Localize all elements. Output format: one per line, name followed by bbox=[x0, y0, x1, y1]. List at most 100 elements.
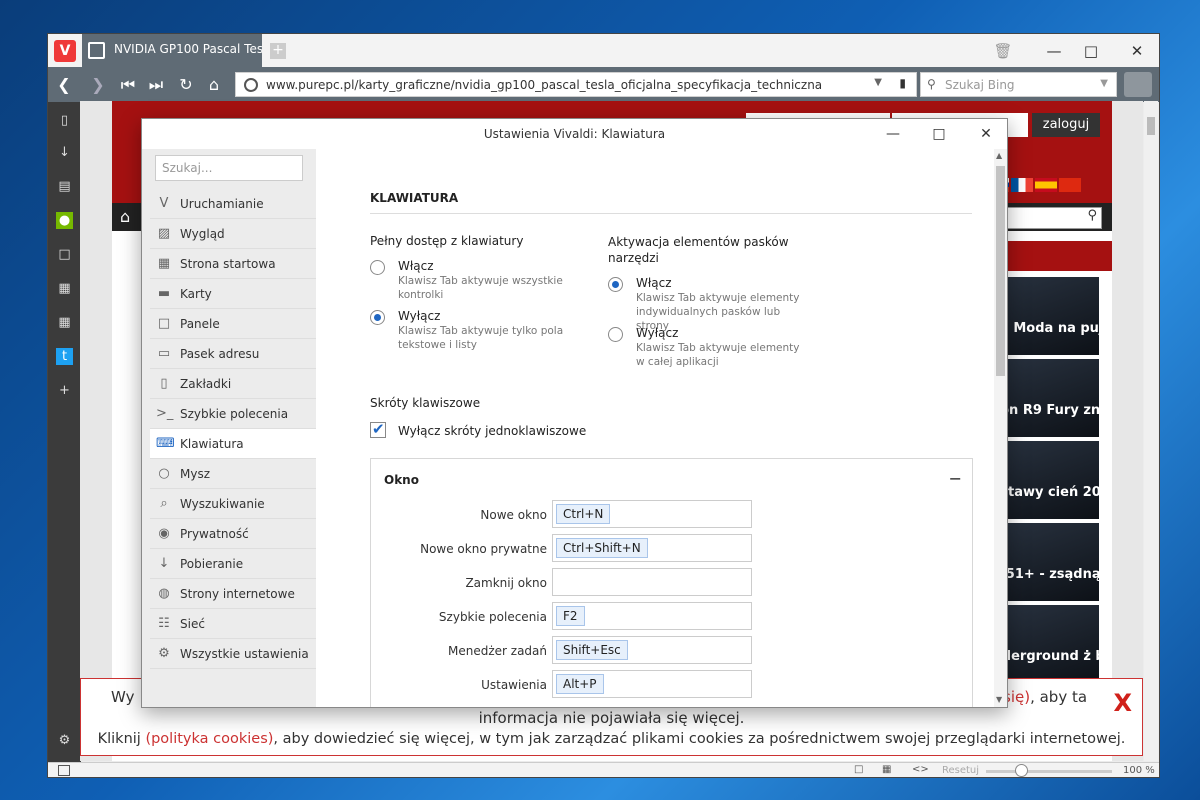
menu-item-pobieranie[interactable]: ↓ Pobieranie bbox=[150, 549, 316, 579]
reset-zoom-button[interactable]: Resetuj bbox=[942, 765, 979, 776]
new-tab-button[interactable]: + bbox=[270, 43, 286, 59]
menu-item-siec[interactable]: ☷ Sieć bbox=[150, 609, 316, 639]
home-icon[interactable]: ⌂ bbox=[204, 75, 224, 95]
minimize-button[interactable]: — bbox=[1044, 41, 1064, 61]
flag-es[interactable] bbox=[1035, 178, 1057, 192]
menu-label: Pasek adresu bbox=[180, 347, 260, 361]
shortcut-input[interactable]: F2 bbox=[552, 602, 752, 630]
shortcut-key[interactable]: Ctrl+N bbox=[556, 504, 611, 524]
menu-item-szybkie-polecenia[interactable]: >_ Szybkie polecenia bbox=[150, 399, 316, 429]
shortcut-row: Nowe okno Ctrl+N bbox=[371, 500, 974, 530]
scroll-down-icon[interactable]: ▼ bbox=[996, 695, 1002, 704]
home-nav-icon[interactable]: ⌂ bbox=[120, 207, 130, 226]
menu-item-klawiatura[interactable]: ⌨ Klawiatura bbox=[150, 429, 316, 459]
fast-forward-icon[interactable]: ⏭ bbox=[146, 75, 166, 95]
menu-label: Strony internetowe bbox=[180, 587, 295, 601]
menu-item-prywatnosc[interactable]: ◉ Prywatność bbox=[150, 519, 316, 549]
shortcut-input[interactable]: Ctrl+Shift+N bbox=[552, 534, 752, 562]
image-icon[interactable]: ▦ bbox=[882, 764, 891, 775]
zoom-slider[interactable] bbox=[986, 770, 1112, 773]
menu-item-uruchamianie[interactable]: V Uruchamianie bbox=[150, 189, 316, 219]
menu-item-mysz[interactable]: ○ Mysz bbox=[150, 459, 316, 489]
shortcut-row: Nowe okno prywatne Ctrl+Shift+N bbox=[371, 534, 974, 564]
webpanel-2-icon[interactable]: ▦ bbox=[56, 314, 73, 331]
panel-toggle-icon[interactable] bbox=[58, 765, 70, 776]
radio-button[interactable] bbox=[608, 327, 623, 342]
menu-label: Wygląd bbox=[180, 227, 225, 241]
cookie-policy-link[interactable]: (polityka cookies) bbox=[145, 731, 273, 747]
login-button[interactable]: zaloguj bbox=[1032, 113, 1100, 137]
shortcut-key[interactable]: F2 bbox=[556, 606, 585, 626]
back-icon[interactable]: ❮ bbox=[54, 75, 74, 95]
menu-item-strony-internetowe[interactable]: ◍ Strony internetowe bbox=[150, 579, 316, 609]
radio-description: Klawisz Tab aktywuje wszystkie kontrolki bbox=[398, 275, 563, 301]
settings-scrollbar[interactable]: ▲ ▼ bbox=[994, 149, 1007, 707]
twitter-icon[interactable]: t bbox=[56, 348, 73, 365]
settings-gear-icon[interactable]: ⚙ bbox=[56, 732, 73, 749]
shortcut-input[interactable]: Shift+Esc bbox=[552, 636, 752, 664]
notes-panel-icon[interactable]: ▤ bbox=[56, 178, 73, 195]
menu-item-wyglad[interactable]: ▨ Wygląd bbox=[150, 219, 316, 249]
bookmark-icon[interactable]: ▮ bbox=[899, 76, 906, 90]
close-button[interactable]: ✕ bbox=[1127, 41, 1147, 61]
dialog-maximize-button[interactable]: □ bbox=[928, 124, 950, 144]
shortcut-input[interactable]: Ctrl+N bbox=[552, 500, 752, 528]
reload-icon[interactable]: ↻ bbox=[176, 75, 196, 95]
keyboard-icon: ⌨ bbox=[156, 436, 175, 451]
menu-item-karty[interactable]: ▬ Karty bbox=[150, 279, 316, 309]
address-bar[interactable]: www.purepc.pl/karty_graficzne/nvidia_gp1… bbox=[235, 72, 917, 97]
radio-button[interactable] bbox=[370, 260, 385, 275]
cookie-line1-start: Wy bbox=[111, 688, 135, 706]
flag-fr[interactable] bbox=[1011, 178, 1033, 192]
search-engine-dropdown-icon[interactable]: ▼ bbox=[1100, 78, 1108, 89]
rewind-icon[interactable]: ⏮ bbox=[118, 75, 138, 95]
search-icon: ⚲ bbox=[927, 77, 936, 91]
tab-title: NVIDIA GP100 Pascal Tesla bbox=[114, 42, 262, 56]
webpanel-icon[interactable]: ▦ bbox=[56, 280, 73, 297]
profile-avatar[interactable] bbox=[1124, 72, 1152, 97]
gear-icon: ⚙ bbox=[158, 646, 170, 661]
tiling-icon[interactable]: □ bbox=[854, 764, 863, 775]
radio-button-selected[interactable] bbox=[608, 277, 623, 292]
shortcut-input[interactable] bbox=[552, 568, 752, 596]
nvidia-panel-icon[interactable]: ● bbox=[56, 212, 73, 229]
cookie-close-button[interactable]: X bbox=[1113, 691, 1132, 715]
shortcut-key[interactable]: Ctrl+Shift+N bbox=[556, 538, 648, 558]
menu-item-wszystkie-ustawienia[interactable]: ⚙ Wszystkie ustawienia bbox=[150, 639, 316, 669]
bookmarks-panel-icon[interactable]: ▯ bbox=[56, 112, 73, 129]
side-panel: ▯ ↓ ▤ ● □ ▦ ▦ t + ⚙ bbox=[48, 102, 81, 762]
downloads-panel-icon[interactable]: ↓ bbox=[56, 144, 73, 161]
page-scrollbar[interactable] bbox=[1144, 101, 1158, 761]
dialog-minimize-button[interactable]: — bbox=[882, 124, 904, 144]
vivaldi-logo-icon[interactable]: V bbox=[54, 40, 76, 62]
menu-item-wyszukiwanie[interactable]: ⌕ Wyszukiwanie bbox=[150, 489, 316, 519]
menu-item-pasek-adresu[interactable]: ▭ Pasek adresu bbox=[150, 339, 316, 369]
shortcut-key[interactable]: Alt+P bbox=[556, 674, 604, 694]
trash-icon[interactable]: 🗑 bbox=[993, 41, 1013, 61]
dropdown-icon[interactable]: ▼ bbox=[874, 77, 882, 88]
maximize-button[interactable]: □ bbox=[1081, 41, 1101, 61]
menu-item-panele[interactable]: □ Panele bbox=[150, 309, 316, 339]
page-scrollbar-thumb[interactable] bbox=[1147, 117, 1155, 135]
zoom-slider-handle[interactable] bbox=[1015, 764, 1028, 777]
settings-search-input[interactable]: Szukaj... bbox=[155, 155, 303, 181]
radio-button-selected[interactable] bbox=[370, 310, 385, 325]
shortcut-key[interactable]: Shift+Esc bbox=[556, 640, 628, 660]
page-panel-icon[interactable]: □ bbox=[56, 246, 73, 263]
radio-label: Włącz bbox=[636, 276, 672, 290]
dialog-close-button[interactable]: ✕ bbox=[975, 124, 997, 144]
add-panel-icon[interactable]: + bbox=[56, 382, 73, 399]
collapse-toggle[interactable]: − bbox=[949, 469, 962, 488]
site-search-icon[interactable]: ⚲ bbox=[1087, 208, 1097, 223]
settings-scrollbar-thumb[interactable] bbox=[996, 166, 1005, 376]
forward-icon[interactable]: ❯ bbox=[88, 75, 108, 95]
menu-item-zakladki[interactable]: ▯ Zakładki bbox=[150, 369, 316, 399]
search-field[interactable]: ⚲ Szukaj Bing ▼ bbox=[920, 72, 1117, 97]
code-icon[interactable]: <> bbox=[912, 764, 929, 775]
disable-single-key-checkbox[interactable] bbox=[370, 420, 386, 438]
menu-item-strona-startowa[interactable]: ▦ Strona startowa bbox=[150, 249, 316, 279]
flag-cn[interactable] bbox=[1059, 178, 1081, 192]
scroll-up-icon[interactable]: ▲ bbox=[996, 151, 1002, 160]
tab-active[interactable]: NVIDIA GP100 Pascal Tesla bbox=[82, 34, 262, 67]
shortcut-input[interactable]: Alt+P bbox=[552, 670, 752, 698]
